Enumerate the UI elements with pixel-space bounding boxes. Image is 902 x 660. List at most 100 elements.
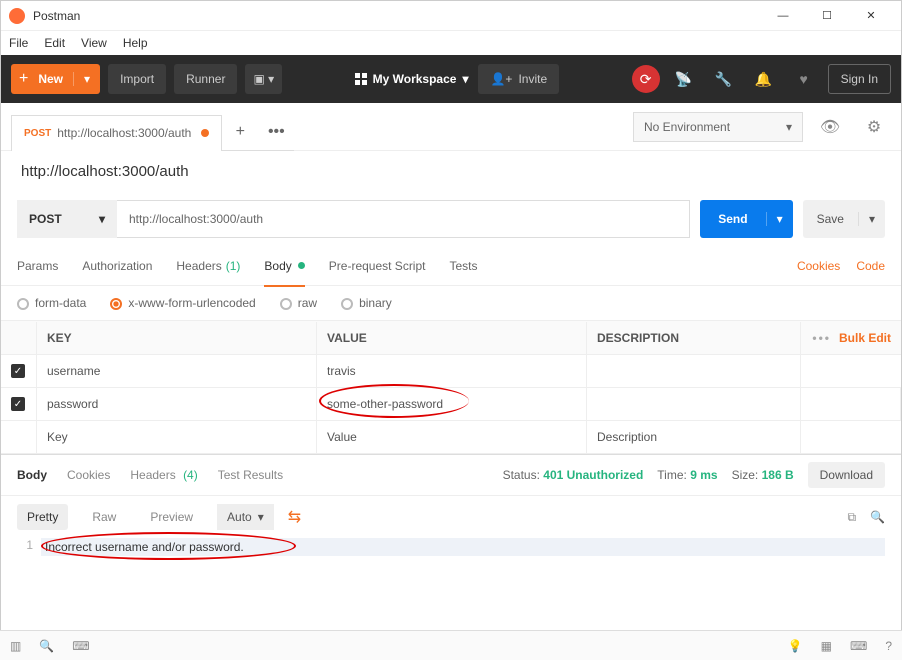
view-pretty[interactable]: Pretty — [17, 504, 68, 530]
request-subtabs: Params Authorization Headers (1) Body Pr… — [1, 246, 901, 286]
sidebar-toggle-icon[interactable]: ▥ — [10, 639, 21, 653]
environment-label: No Environment — [644, 120, 730, 134]
size-value: 186 B — [762, 468, 794, 482]
response-body-line: 1 Incorrect username and/or password. — [1, 538, 901, 556]
menubar: File Edit View Help — [1, 31, 901, 55]
col-description: DESCRIPTION — [587, 322, 801, 354]
kv-key[interactable]: username — [37, 355, 317, 387]
invite-button[interactable]: 👤+ Invite — [478, 64, 559, 94]
page-title: http://localhost:3000/auth — [1, 151, 901, 192]
bulk-edit-link[interactable]: Bulk Edit — [839, 331, 891, 345]
new-label: New — [36, 72, 73, 86]
kv-value-placeholder[interactable]: Value — [317, 421, 587, 453]
new-dropdown[interactable]: ▾ — [73, 72, 100, 86]
console-icon[interactable]: ⌨ — [72, 639, 89, 653]
kv-key-placeholder[interactable]: Key — [37, 421, 317, 453]
response-tabs: Body Cookies Headers (4) Test Results St… — [1, 454, 901, 496]
bootcamp-icon[interactable]: 💡 — [788, 639, 803, 653]
tab-body[interactable]: Body — [264, 246, 304, 286]
send-button[interactable]: Send ▾ — [700, 200, 792, 238]
capture-icon[interactable]: 📡 — [668, 64, 700, 94]
response-text[interactable]: Incorrect username and/or password. — [41, 538, 885, 556]
col-key: KEY — [37, 322, 317, 354]
help-icon[interactable]: ? — [885, 639, 892, 653]
keyboard-icon[interactable]: ⌨ — [850, 639, 867, 653]
minimize-button[interactable]: — — [761, 2, 805, 30]
radio-binary[interactable]: binary — [341, 296, 392, 310]
new-button[interactable]: + New ▾ — [11, 64, 100, 94]
radio-urlencoded[interactable]: x-www-form-urlencoded — [110, 296, 255, 310]
resp-tab-headers[interactable]: Headers (4) — [130, 468, 197, 482]
new-window-button[interactable]: ▣ ▾ — [245, 64, 282, 94]
kv-value[interactable]: some-other-password — [317, 388, 587, 420]
signin-button[interactable]: Sign In — [828, 64, 891, 94]
runner-button[interactable]: Runner — [174, 64, 237, 94]
sync-button[interactable]: ⟳ — [632, 65, 660, 93]
radio-form-data[interactable]: form-data — [17, 296, 86, 310]
heart-icon[interactable]: ♥ — [788, 64, 820, 94]
cookies-link[interactable]: Cookies — [797, 259, 840, 273]
save-button[interactable]: Save ▾ — [803, 200, 885, 238]
chevron-down-icon: ▾ — [99, 212, 105, 226]
add-tab-button[interactable]: + — [222, 115, 258, 151]
kv-value[interactable]: travis — [317, 355, 587, 387]
resp-tab-cookies[interactable]: Cookies — [67, 468, 110, 482]
radio-raw[interactable]: raw — [280, 296, 317, 310]
workspace-grid-icon — [355, 73, 367, 85]
resp-tab-tests[interactable]: Test Results — [218, 468, 283, 482]
tab-url: http://localhost:3000/auth — [57, 126, 191, 140]
kv-desc-placeholder[interactable]: Description — [587, 421, 801, 453]
window-title: Postman — [33, 9, 761, 23]
kv-options-button[interactable]: ••• — [812, 331, 831, 345]
save-label: Save — [803, 212, 858, 226]
request-tab[interactable]: POST http://localhost:3000/auth — [11, 115, 222, 151]
close-button[interactable]: ✕ — [849, 2, 893, 30]
status-value: 401 Unauthorized — [543, 468, 643, 482]
tab-params[interactable]: Params — [17, 246, 58, 286]
send-dropdown[interactable]: ▾ — [766, 212, 793, 226]
environment-selector[interactable]: No Environment ▾ — [633, 112, 803, 142]
kv-row: ✓ username travis — [1, 355, 901, 388]
kv-key[interactable]: password — [37, 388, 317, 420]
request-row: POST ▾ Send ▾ Save ▾ — [1, 192, 901, 246]
unsaved-dot-icon — [201, 129, 209, 137]
method-selector[interactable]: POST ▾ — [17, 200, 117, 238]
workspace-selector[interactable]: My Workspace ▾ — [355, 72, 469, 86]
tab-authorization[interactable]: Authorization — [82, 246, 152, 286]
kv-header: KEY VALUE DESCRIPTION ••• Bulk Edit — [1, 321, 901, 355]
notifications-icon[interactable]: 🔔 — [748, 64, 780, 94]
code-link[interactable]: Code — [856, 259, 885, 273]
resp-tab-body[interactable]: Body — [17, 468, 47, 482]
environment-preview-button[interactable]: 👁 — [813, 112, 847, 142]
settings-wrench-icon[interactable]: 🔧 — [708, 64, 740, 94]
menu-help[interactable]: Help — [123, 36, 148, 50]
menu-view[interactable]: View — [81, 36, 107, 50]
url-input[interactable] — [117, 200, 690, 238]
copy-icon[interactable]: ⧉ — [847, 510, 856, 525]
environment-settings-button[interactable]: ⚙ — [857, 112, 891, 142]
tab-prerequest[interactable]: Pre-request Script — [329, 246, 426, 286]
view-preview[interactable]: Preview — [140, 504, 203, 530]
menu-edit[interactable]: Edit — [44, 36, 65, 50]
view-raw[interactable]: Raw — [82, 504, 126, 530]
import-button[interactable]: Import — [108, 64, 166, 94]
kv-desc[interactable] — [587, 388, 801, 420]
chevron-down-icon: ▾ — [258, 510, 264, 524]
save-dropdown[interactable]: ▾ — [858, 212, 885, 226]
send-label: Send — [700, 212, 765, 226]
maximize-button[interactable]: ☐ — [805, 2, 849, 30]
tab-options-button[interactable]: ••• — [258, 115, 294, 151]
search-icon[interactable]: 🔍 — [870, 510, 885, 525]
find-icon[interactable]: 🔍 — [39, 639, 54, 653]
row-checkbox[interactable]: ✓ — [11, 364, 25, 378]
download-button[interactable]: Download — [808, 462, 885, 488]
status-footer: ▥ 🔍 ⌨ 💡 ▦ ⌨ ? — [0, 630, 902, 660]
tab-headers[interactable]: Headers (1) — [176, 246, 240, 286]
wrap-lines-icon[interactable]: ⇆ — [288, 507, 301, 527]
kv-desc[interactable] — [587, 355, 801, 387]
view-format-selector[interactable]: Auto ▾ — [217, 504, 274, 530]
row-checkbox[interactable]: ✓ — [11, 397, 25, 411]
tab-tests[interactable]: Tests — [449, 246, 477, 286]
menu-file[interactable]: File — [9, 36, 28, 50]
layout-icon[interactable]: ▦ — [821, 639, 832, 653]
